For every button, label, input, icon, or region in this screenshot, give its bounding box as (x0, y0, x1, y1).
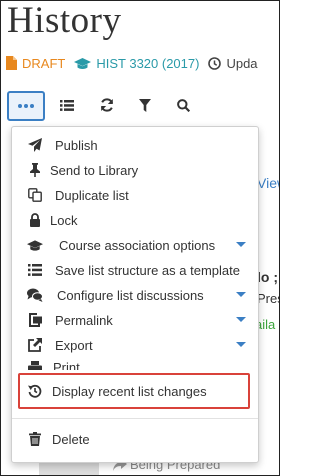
printer-icon (27, 360, 43, 370)
menu-item-label: Publish (55, 137, 98, 153)
graduation-cap-icon (27, 237, 43, 253)
menu-item-duplicate-list[interactable]: Duplicate list (12, 183, 258, 207)
menu-item-publish[interactable]: Publish (12, 133, 258, 157)
graduation-cap-icon (74, 57, 92, 69)
copy-icon (27, 187, 43, 203)
external-link-icon (27, 337, 43, 353)
course-association[interactable]: HIST 3320 (2017) (74, 56, 199, 71)
menu-item-delete[interactable]: Delete (12, 427, 258, 451)
background-item-title: lo ; (257, 269, 278, 285)
chevron-down-icon (236, 317, 246, 322)
menu-divider (12, 418, 258, 419)
course-label: HIST 3320 (2017) (96, 55, 200, 71)
menu-item-display-recent-list-changes[interactable]: Display recent list changes (12, 379, 258, 403)
paper-plane-icon (27, 137, 43, 153)
last-updated: Upda (208, 55, 258, 71)
list-icon (27, 262, 43, 278)
background-view-link: View (257, 175, 279, 191)
permalink-icon (27, 312, 43, 328)
menu-item-label: Display recent list changes (52, 383, 207, 399)
refresh-button[interactable] (97, 91, 117, 119)
more-options-button[interactable] (7, 91, 45, 121)
search-icon (176, 98, 190, 112)
menu-item-label: Configure list discussions (57, 287, 204, 303)
menu-item-configure-list-discussions[interactable]: Configure list discussions (12, 283, 258, 307)
document-icon (6, 56, 17, 70)
ellipsis-icon (18, 104, 34, 108)
list-meta-row: DRAFT HIST 3320 (2017) Upda (5, 53, 267, 73)
menu-item-send-to-library[interactable]: Send to Library (12, 158, 258, 182)
more-options-menu: Publish Send to Library Duplicate list L… (11, 126, 259, 463)
trash-icon (27, 431, 43, 447)
list-view-button[interactable] (57, 91, 77, 119)
refresh-icon (101, 98, 113, 112)
menu-item-label: Send to Library (50, 162, 139, 178)
menu-item-label: Permalink (55, 312, 113, 328)
updated-label: Upda (226, 55, 258, 71)
chevron-down-icon (236, 342, 246, 347)
draft-status: DRAFT (5, 56, 65, 71)
filter-button[interactable] (135, 91, 155, 119)
list-toolbar (1, 91, 279, 121)
lock-icon (27, 212, 43, 228)
menu-item-course-association-options[interactable]: Course association options (12, 233, 258, 257)
chevron-down-icon (236, 242, 246, 247)
page-title: History (7, 0, 122, 41)
comments-icon (27, 287, 43, 303)
draft-label: DRAFT (22, 55, 66, 71)
menu-item-export[interactable]: Export (12, 333, 258, 357)
pushpin-icon (27, 162, 43, 178)
chevron-down-icon (236, 292, 246, 297)
menu-item-save-list-structure[interactable]: Save list structure as a template (12, 258, 258, 282)
menu-item-label: Print (53, 360, 80, 370)
clock-icon (208, 56, 222, 70)
menu-item-print[interactable]: Print (12, 356, 258, 370)
app-frame: History DRAFT HIST 3320 (2017) Upda Vie … (0, 0, 280, 476)
menu-item-label: Save list structure as a template (55, 262, 240, 278)
menu-item-lock[interactable]: Lock (12, 208, 258, 232)
list-icon (60, 99, 74, 111)
background-item-publisher: Pres (257, 291, 279, 306)
filter-icon (139, 98, 151, 112)
menu-item-label: Lock (50, 212, 78, 228)
history-icon (27, 383, 43, 399)
search-button[interactable] (173, 91, 193, 119)
menu-item-label: Delete (52, 431, 90, 447)
menu-item-label: Course association options (59, 237, 216, 253)
menu-item-label: Duplicate list (55, 187, 129, 203)
menu-item-permalink[interactable]: Permalink (12, 308, 258, 332)
menu-item-label: Export (55, 337, 93, 353)
